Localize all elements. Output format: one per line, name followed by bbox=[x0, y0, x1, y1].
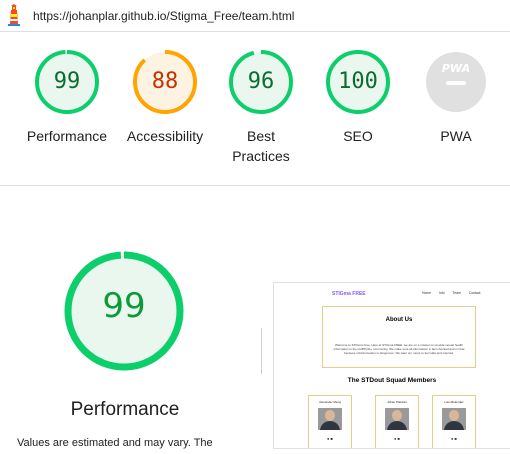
gauge-label: SEO bbox=[343, 128, 373, 144]
team-title: The STDout Squad Members bbox=[347, 377, 437, 384]
gauge-label: Performance bbox=[26, 128, 108, 144]
site-nav-item: Info bbox=[439, 291, 445, 295]
member-name: Alexander Meng bbox=[319, 400, 341, 404]
site-nav-item: Home bbox=[422, 291, 432, 295]
gauge-accessibility[interactable]: 88 Accessibility bbox=[115, 48, 215, 146]
estimate-note: Values are estimated and may vary. The bbox=[17, 437, 213, 449]
topbar-divider bbox=[0, 31, 510, 32]
member-name: Johan Planken bbox=[387, 400, 407, 404]
report-topbar: https://johanplar.github.io/Stigma_Free/… bbox=[0, 0, 510, 31]
final-screenshot-thumbnail[interactable]: STIGma FREE Home Info Team Contact About… bbox=[273, 282, 510, 449]
social-icons: ● ■ bbox=[451, 436, 457, 441]
gauge-score: 100 bbox=[338, 69, 378, 94]
lighthouse-icon bbox=[8, 4, 20, 26]
gauge-label: Best Practices bbox=[232, 128, 290, 164]
performance-heading: Performance bbox=[70, 399, 180, 420]
gauge-pwa[interactable]: PWA PWA bbox=[406, 48, 506, 146]
gauge-score: 99 bbox=[53, 69, 81, 94]
site-nav-item: Contact bbox=[468, 291, 481, 295]
gauge-score: 96 bbox=[247, 69, 275, 94]
member-photo bbox=[442, 408, 466, 430]
about-card: About Us Welcome to STIGma Free. Here at… bbox=[322, 306, 476, 368]
social-icons: ● ■ bbox=[394, 436, 400, 441]
gauge-best-practices[interactable]: 96 Best Practices bbox=[211, 48, 311, 166]
gauge-label: PWA bbox=[440, 128, 472, 144]
member-card: Luis Melendez ● ■ bbox=[432, 395, 476, 448]
member-photo bbox=[385, 408, 409, 430]
about-title: About Us bbox=[385, 317, 413, 323]
pwa-icon: PWA bbox=[406, 62, 506, 85]
member-photo bbox=[318, 408, 342, 430]
performance-score-large: 99 bbox=[102, 286, 146, 326]
gauge-score: 88 bbox=[151, 69, 179, 94]
gauge-performance[interactable]: 99 Performance bbox=[17, 48, 117, 146]
site-brand: STIGma FREE bbox=[332, 291, 366, 297]
member-name: Luis Melendez bbox=[444, 400, 464, 404]
site-nav: Home Info Team Contact bbox=[422, 291, 487, 295]
member-card: Alexander Meng ● ■ bbox=[308, 395, 352, 448]
page-url[interactable]: https://johanplar.github.io/Stigma_Free/… bbox=[33, 9, 294, 23]
gauge-seo[interactable]: 100 SEO bbox=[308, 48, 408, 146]
gauge-label: Accessibility bbox=[126, 128, 204, 144]
social-icons: ● ■ bbox=[327, 436, 333, 441]
vertical-divider bbox=[261, 328, 262, 374]
site-nav-item: Team bbox=[452, 291, 461, 295]
member-card: Johan Planken ● ■ bbox=[375, 395, 419, 448]
about-text: Welcome to STIGma Free. Here at STIGma F… bbox=[333, 343, 465, 355]
section-divider bbox=[0, 185, 510, 186]
